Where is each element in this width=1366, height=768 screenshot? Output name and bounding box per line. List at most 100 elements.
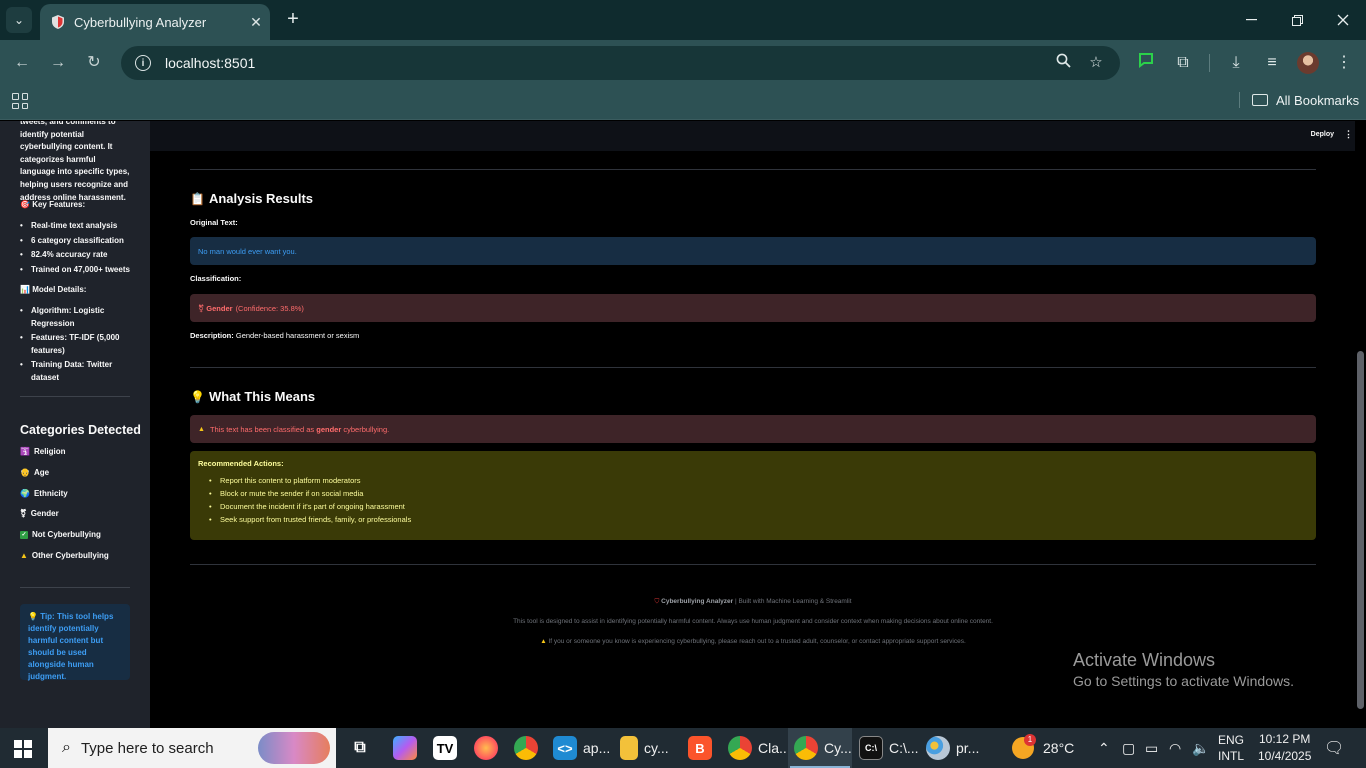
analysis-results-title: Analysis Results	[208, 191, 313, 206]
taskbar-app-label: pr...	[956, 740, 980, 756]
windows-start-icon[interactable]	[14, 740, 32, 758]
category-label: Age	[33, 468, 50, 477]
deploy-button[interactable]: Deploy	[1311, 131, 1334, 138]
download-icon[interactable]: ⤓	[1225, 52, 1247, 74]
tradingview-icon: TV	[433, 736, 457, 760]
footer-help-text: If you or someone you know is experienci…	[548, 638, 966, 645]
address-bar[interactable]: i localhost:8501 ☆	[121, 46, 1120, 80]
reload-icon[interactable]: ↻	[83, 52, 105, 74]
clock-time: 10:12 PM	[1259, 732, 1311, 746]
footer-disclaimer: This tool is designed to assist in ident…	[513, 618, 993, 625]
taskbar-search[interactable]: ⌕ Type here to search	[48, 728, 336, 768]
classification-alert: ▲ This text has been classified as gende…	[190, 415, 1316, 443]
lightbulb-icon: 💡	[28, 612, 38, 621]
new-tab-button[interactable]: +	[282, 8, 304, 32]
classification-name: Gender	[206, 303, 233, 313]
extension-chat-icon[interactable]	[1135, 52, 1157, 74]
site-info-icon[interactable]: i	[135, 55, 151, 71]
original-text-box: No man would ever want you.	[190, 237, 1316, 265]
taskbar-app-paint[interactable]: pr...	[926, 734, 979, 762]
close-window-button[interactable]	[1320, 0, 1366, 40]
shield-icon: ⛉	[654, 598, 660, 605]
classification-box: ⚧ Gender (Confidence: 35.8%)	[190, 294, 1316, 322]
check-icon: ✓	[20, 531, 28, 540]
tradingview-button[interactable]: TV	[433, 734, 457, 762]
clock-date: 10/4/2025	[1258, 749, 1312, 763]
sidebar-intro: tweets, and comments to identify potenti…	[20, 121, 130, 202]
bookmark-star-icon[interactable]: ☆	[1086, 53, 1106, 73]
taskbar-app-label: Cy...	[824, 740, 852, 756]
forward-arrow-icon[interactable]: →	[47, 52, 69, 74]
restore-button[interactable]	[1274, 0, 1320, 40]
tab-close-icon[interactable]: ✕	[242, 14, 270, 31]
taskbar-app-chrome-cyberbullying[interactable]: Cy...	[794, 734, 852, 762]
volume-icon[interactable]: 🔈	[1192, 728, 1209, 768]
minimize-button[interactable]	[1228, 0, 1274, 40]
profile-avatar[interactable]	[1297, 52, 1319, 74]
taskbar-app-label: Cla...	[758, 740, 791, 756]
category-label: Other Cyberbullying	[31, 551, 109, 560]
place-of-worship-icon: 🛐	[20, 447, 30, 456]
weather-sun-icon: 1	[1012, 734, 1036, 759]
zoom-search-icon[interactable]	[1053, 53, 1073, 73]
chrome-button[interactable]	[514, 734, 538, 762]
apps-grid-icon[interactable]	[12, 93, 28, 109]
extensions-puzzle-icon[interactable]: ⧉	[1172, 52, 1194, 74]
list-item: Block or mute the sender if on social me…	[209, 489, 1308, 498]
key-features-heading: 🎯 Key Features:	[20, 199, 85, 212]
list-item: Seek support from trusted friends, famil…	[209, 515, 1308, 524]
category-label: Religion	[33, 447, 66, 456]
tray-overflow-chevron-icon[interactable]: ⌃	[1098, 728, 1110, 768]
taskbar-app-terminal[interactable]: C:\ C:\...	[859, 734, 919, 762]
paint-icon	[926, 736, 950, 760]
back-arrow-icon[interactable]: ←	[11, 52, 33, 74]
divider	[190, 564, 1316, 565]
weather-widget[interactable]: 1 28°C	[1012, 728, 1074, 768]
firefox-icon	[474, 736, 498, 760]
notifications-icon[interactable]: 🗨	[1324, 728, 1344, 768]
tab-search-button[interactable]: ⌄	[6, 7, 32, 33]
language-indicator[interactable]: ENG INTL	[1218, 728, 1244, 768]
actions-list: Report this content to platform moderato…	[209, 476, 1308, 524]
windows-taskbar: ⌕ Type here to search ⧉ TV <> ap... cy...…	[0, 728, 1366, 768]
copilot-button[interactable]	[393, 734, 417, 762]
battery-icon[interactable]: ▭	[1145, 728, 1158, 768]
brave-button[interactable]: B	[688, 734, 712, 762]
category-label: Gender	[30, 509, 59, 518]
tab-cyberbullying-analyzer[interactable]: Cyberbullying Analyzer ✕	[40, 4, 270, 40]
page-scrollbar[interactable]	[1355, 121, 1366, 728]
taskbar-app-label: C:\...	[889, 740, 919, 756]
recommended-actions-box: Recommended Actions: Report this content…	[190, 451, 1316, 540]
main-menu-icon[interactable]: ⋮	[1344, 129, 1353, 140]
vscode-icon: <>	[553, 736, 577, 760]
all-bookmarks-button[interactable]: All Bookmarks	[1252, 91, 1359, 109]
scrollbar-thumb[interactable]	[1357, 351, 1364, 709]
firefox-button[interactable]	[474, 734, 498, 762]
footer-brand-name: Cyberbullying Analyzer	[661, 598, 734, 605]
divider	[190, 169, 1316, 170]
browser-menu-icon[interactable]: ⋮	[1333, 52, 1355, 74]
shield-favicon-icon	[52, 15, 64, 29]
system-clock[interactable]: 10:12 PM 10/4/2025	[1258, 731, 1311, 765]
taskbar-app-label: cy...	[644, 740, 669, 756]
weather-badge: 1	[1024, 734, 1036, 746]
meet-now-icon[interactable]: ▢	[1122, 728, 1135, 768]
taskbar-app-explorer[interactable]: cy...	[620, 734, 669, 762]
watermark-title: Activate Windows	[1073, 650, 1216, 670]
wifi-icon[interactable]: ◠	[1169, 728, 1181, 768]
url-text[interactable]: localhost:8501	[165, 55, 255, 71]
main-content: 📋 Analysis Results Original Text: No man …	[150, 151, 1350, 728]
taskbar-app-chrome-claude[interactable]: Cla...	[728, 734, 791, 762]
keyboard-layout: INTL	[1218, 749, 1245, 763]
taskbar-app-vscode[interactable]: <> ap...	[553, 734, 610, 762]
older-face-icon: 👴	[20, 468, 30, 477]
bar-chart-icon: 📊	[20, 285, 30, 294]
category-label: Not Cyberbullying	[32, 530, 101, 539]
media-control-icon[interactable]: ≡	[1261, 52, 1283, 74]
task-view-button[interactable]: ⧉	[348, 734, 372, 762]
list-item: Real-time text analysis	[20, 220, 130, 233]
watermark-subtitle: Go to Settings to activate Windows.	[1073, 673, 1294, 689]
browser-toolbar: ← → ↻ i localhost:8501 ☆ ⧉ ⤓ ≡ ⋮	[0, 40, 1366, 86]
task-view-icon: ⧉	[354, 739, 366, 756]
model-details-heading: 📊 Model Details:	[20, 284, 86, 297]
